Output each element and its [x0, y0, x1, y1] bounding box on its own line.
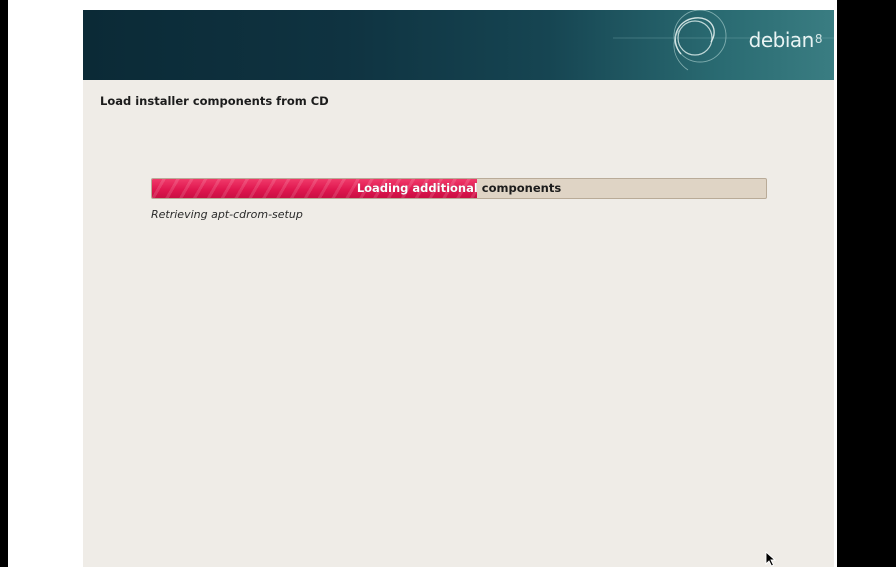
mouse-pointer-icon	[765, 551, 777, 567]
progress-bar: Loading additional components Loading ad…	[151, 178, 767, 199]
screen: debian8 Load installer components from C…	[0, 0, 896, 567]
brand-version: 8	[814, 32, 823, 46]
progress-label-highlight: Loading additional components	[356, 181, 477, 195]
brand-name: debian	[748, 28, 815, 52]
brand-logo-text: debian8	[748, 28, 823, 52]
progress-status-text: Retrieving apt-cdrom-setup	[151, 208, 303, 221]
installer-banner: debian8	[83, 10, 834, 80]
page-title: Load installer components from CD	[100, 94, 329, 108]
debian-swirl-logo-icon	[613, 10, 834, 71]
progress-label-overlay: Loading additional components	[152, 179, 477, 198]
installer-window: debian8 Load installer components from C…	[83, 10, 834, 567]
